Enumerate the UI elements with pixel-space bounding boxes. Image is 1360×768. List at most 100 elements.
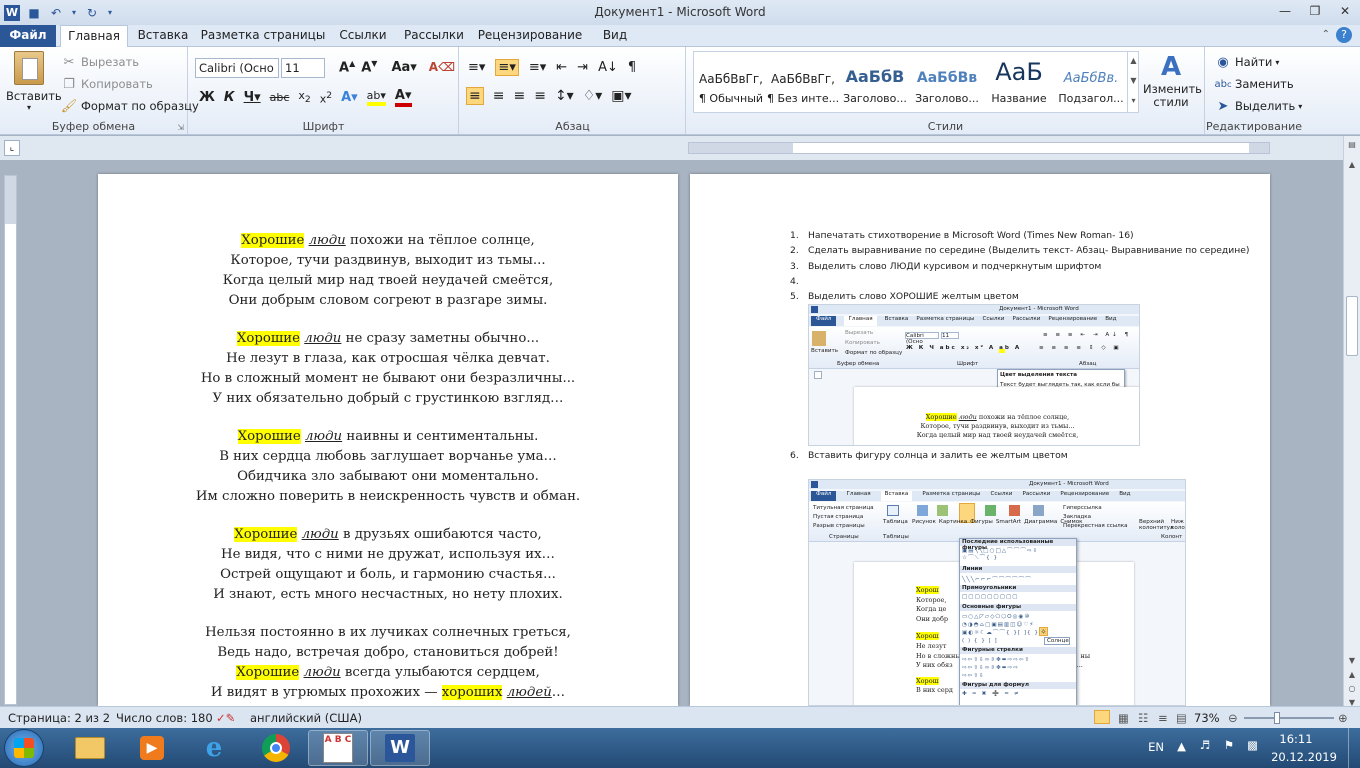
print-layout-icon[interactable] [1094,710,1110,724]
increase-indent-icon[interactable]: ⇥ [577,60,588,75]
reading-layout-icon[interactable]: ▦ [1118,711,1129,725]
align-center-icon[interactable]: ≡ [493,88,505,104]
zoom-in-icon[interactable]: ⊕ [1338,711,1348,725]
align-right-icon[interactable]: ≡ [513,88,525,104]
tab-selector-icon[interactable]: ⌞ [4,140,20,156]
web-layout-icon[interactable]: ☷ [1138,711,1148,725]
multilevel-list-icon[interactable]: ≡▾ [529,60,546,75]
tray-arrow-icon[interactable]: ▲ [1177,739,1186,753]
recent-shapes-row[interactable]: ▣▤╲╲□○□△⌒⌒⌒⇨⇩ ☆⌒⟍⌒{ } [962,548,1074,564]
superscript-icon[interactable]: x2 [320,90,332,106]
change-case-icon[interactable]: Aa▾ [391,60,416,75]
scroll-up-icon[interactable]: ▲ [1346,160,1358,172]
subscript-icon[interactable]: x2 [298,89,310,105]
font-size-field[interactable]: 11 [281,58,325,78]
tab-insert[interactable]: Вставка [132,25,194,47]
style-heading1[interactable]: АаБбВ Заголово... [839,52,911,110]
replace-button[interactable]: ab c Заменить [1214,75,1293,93]
taskbar-media-player[interactable]: ▶ [122,730,182,766]
bold-icon[interactable]: Ж [199,90,215,105]
line-spacing-icon[interactable]: ↕▾ [555,88,574,104]
taskbar-chrome[interactable] [246,730,306,766]
find-button[interactable]: ◉ Найти ▾ [1214,53,1279,71]
dialog-launcher-icon[interactable]: ⇲ [177,123,184,132]
select-button[interactable]: ➤ Выделить ▾ [1214,97,1303,115]
shapes-dropdown[interactable]: Последние использованные фигуры ▣▤╲╲□○□△… [959,538,1077,705]
numbering-icon[interactable]: ≡▾ [495,59,519,76]
decrease-indent-icon[interactable]: ⇤ [556,60,567,75]
flag-icon[interactable]: ⚑ [1224,738,1234,752]
embedded-screenshot-highlight[interactable]: Документ1 - Microsoft Word Файл Главная … [808,304,1140,446]
sun-shape-icon[interactable]: ☼ [1039,627,1048,636]
zoom-out-icon[interactable]: ⊖ [1228,711,1238,725]
format-painter-button[interactable]: 🖌 Формат по образцу [60,97,199,115]
shading-icon[interactable]: ♢▾ [583,88,603,104]
tab-file[interactable]: Файл [0,25,56,47]
ruler-toggle-icon[interactable]: ▤ [1346,140,1358,152]
cut-button[interactable]: ✂ Вырезать [60,53,139,71]
input-language[interactable]: EN [1148,740,1164,754]
draft-icon[interactable]: ▤ [1176,711,1187,725]
style-heading2[interactable]: АаБбВв Заголово... [911,52,983,110]
underline-icon[interactable]: Ч▾ [244,90,261,105]
copy-button[interactable]: ❐ Копировать [60,75,153,93]
show-desktop-button[interactable] [1348,728,1360,768]
style-title[interactable]: АаБ Название [983,52,1055,110]
zoom-level[interactable]: 73% [1194,711,1220,725]
page-count[interactable]: Страница: 2 из 2 [8,711,110,725]
bullets-icon[interactable]: ≡▾ [468,60,485,75]
scroll-thumb[interactable] [1346,296,1358,356]
start-button[interactable] [4,729,44,767]
show-marks-icon[interactable]: ¶ [628,60,636,75]
scroll-down-icons[interactable]: ▼ ▲ ○ ▼ [1346,654,1358,710]
taskbar-ie[interactable]: e [184,730,244,766]
equation-shapes-row[interactable]: ✚ ━ ✖ ➗ ═ ≠ [962,691,1074,699]
rectangles-row[interactable]: □▢▢▢▢▢▢▢▢ [962,594,1074,602]
align-left-icon[interactable]: ≡ [466,87,484,105]
restore-icon[interactable]: ❐ [1300,0,1330,22]
tab-view[interactable]: Вид [590,25,640,47]
outline-icon[interactable]: ≡ [1158,711,1168,725]
block-arrows-grid[interactable]: ⇨⇦⇧⇩⬄⇳✥⬌⇨⇨⇦⇧ ⇨⇦⇧⇩⬄⇳✥⬌⇨⇨ ⇨⇦⇧⇩ [962,656,1074,680]
zoom-slider-thumb[interactable] [1274,712,1280,724]
change-styles-button[interactable]: A Изменить стили [1143,51,1202,109]
font-color-icon[interactable]: A▾ [394,88,412,107]
taskbar-abc[interactable]: A B C [308,730,368,766]
proofing-icon[interactable]: ✓✎ [216,711,235,725]
zoom-slider[interactable] [1244,712,1334,724]
vertical-scrollbar[interactable]: ▤ ▲ ▼ ▲ ○ ▼ [1343,136,1360,707]
speaker-icon[interactable]: ♬ [1200,738,1210,752]
page-2[interactable]: 1. Напечатать стихотворение в Microsoft W… [690,174,1270,706]
style-subtitle[interactable]: АаБбВв. Подзагол... [1055,52,1127,110]
close-icon[interactable]: ✕ [1330,0,1360,22]
clock-time[interactable]: 16:11 [1268,732,1324,746]
style-no-spacing[interactable]: АаБбВвГг, ¶ Без инте... [767,52,839,110]
horizontal-ruler[interactable] [688,142,1270,154]
lines-row[interactable]: ╲╲╲⌐⌐⌐⌒⌒⌒⌒⌒⌒ [962,575,1074,583]
justify-icon[interactable]: ≡ [534,88,546,104]
italic-icon[interactable]: К [224,90,235,105]
page-1[interactable]: Хорошие люди похожи на тёплое солнце, Ко… [98,174,678,706]
help-icon[interactable]: ? [1336,27,1352,43]
highlight-color-icon[interactable]: ab▾ [366,89,386,106]
styles-scroll[interactable]: ▲ ▼ ▾ [1127,51,1139,113]
word-count[interactable]: Число слов: 180 [116,711,213,725]
tab-review[interactable]: Рецензирование [474,25,586,47]
clear-format-icon[interactable]: A⌫ [429,60,455,74]
network-icon[interactable]: ▩ [1247,738,1258,752]
grow-font-icon[interactable]: A▲ [339,59,355,75]
tab-references[interactable]: Ссылки [332,25,394,47]
shrink-font-icon[interactable]: A▼ [361,59,377,75]
tab-home[interactable]: Главная [60,25,128,48]
strikethrough-icon[interactable]: abc [270,91,290,104]
sort-icon[interactable]: A↓ [598,60,618,75]
paste-button[interactable]: Вставить ▾ [6,51,62,112]
font-name-field[interactable]: Calibri (Осно [195,58,279,78]
text-effects-icon[interactable]: A▾ [341,90,358,105]
taskbar-explorer[interactable] [60,730,120,766]
ribbon-collapse-icon[interactable]: ⌃ [1322,29,1330,40]
vertical-ruler[interactable] [4,175,17,705]
borders-icon[interactable]: ▣▾ [611,88,631,104]
taskbar-word[interactable]: W [370,730,430,766]
embedded-screenshot-shapes[interactable]: Документ1 - Microsoft Word Файл Главная … [808,479,1186,706]
